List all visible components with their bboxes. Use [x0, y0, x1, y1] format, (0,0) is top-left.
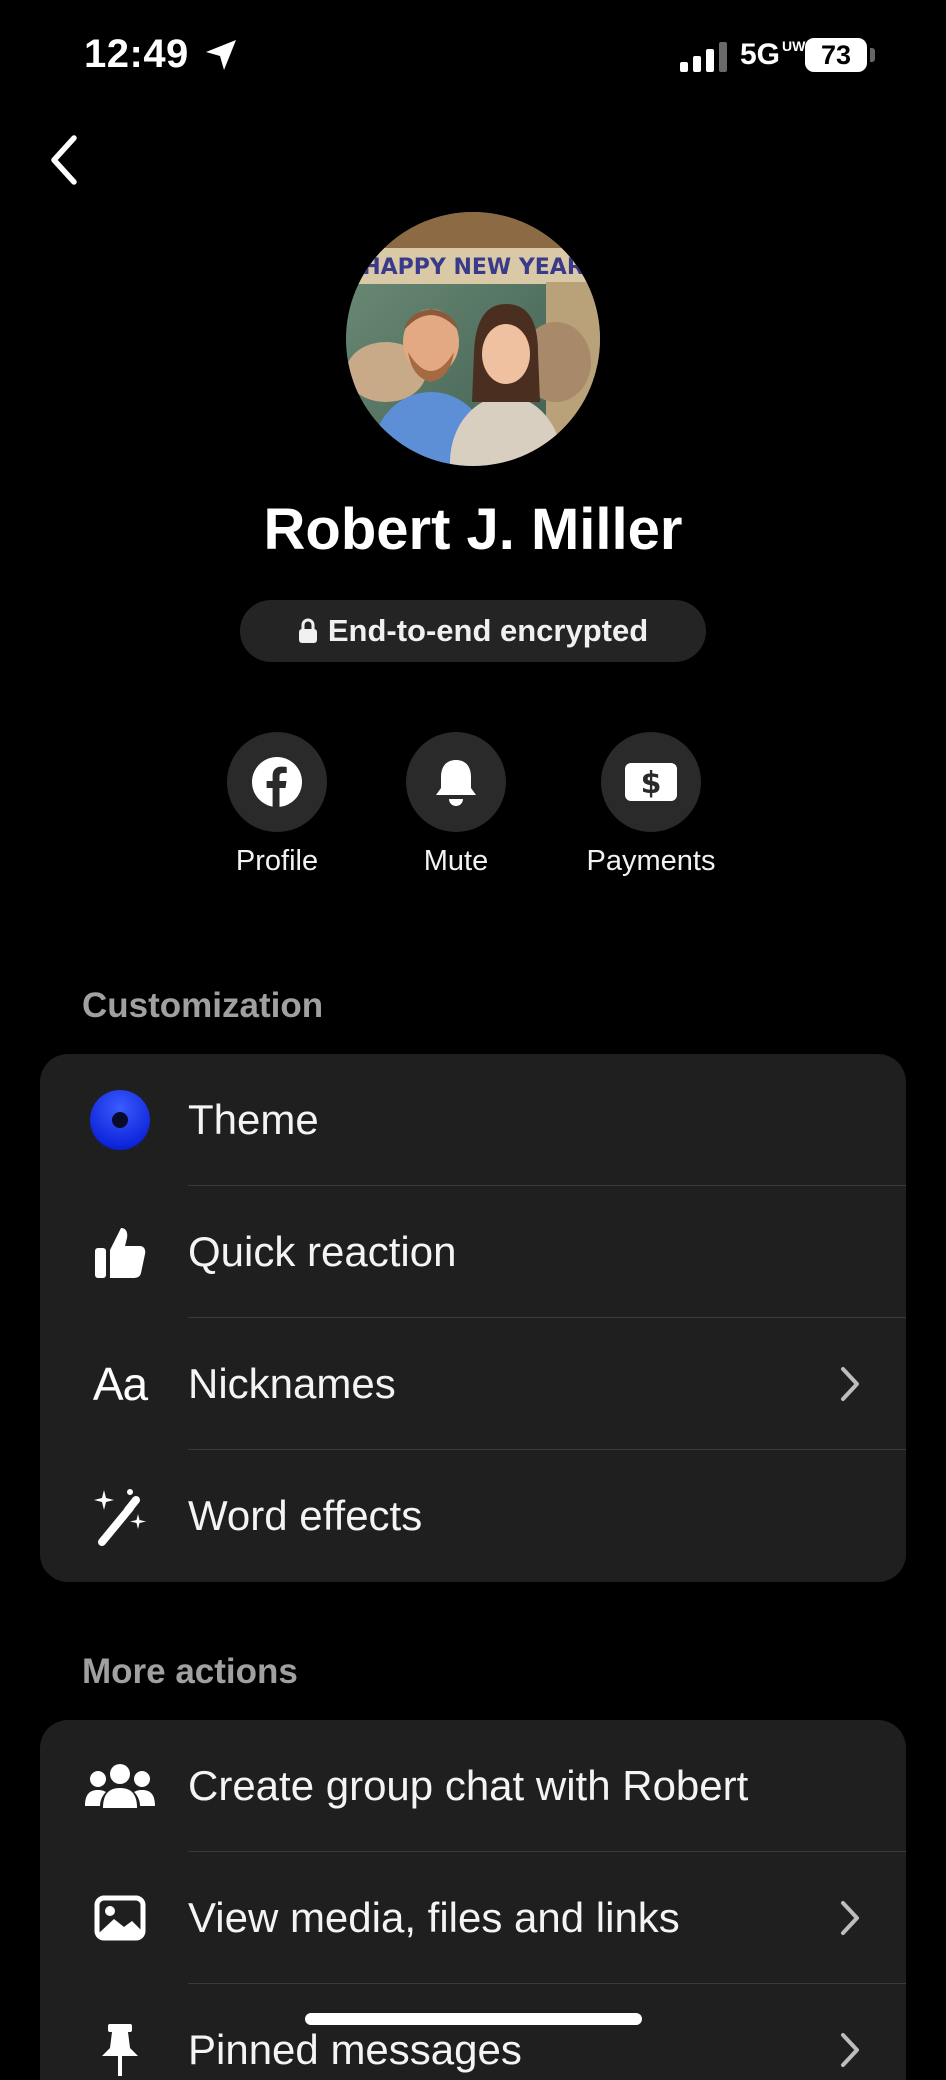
network-indicator: 5G UW	[740, 38, 805, 72]
theme-row[interactable]: Theme	[40, 1054, 906, 1186]
mute-action-label: Mute	[423, 845, 489, 877]
nicknames-row[interactable]: Aa Nicknames	[40, 1318, 906, 1450]
avatar[interactable]: HAPPY NEW YEAR	[346, 212, 600, 466]
thumbs-up-icon	[84, 1216, 156, 1288]
pinned-messages-label: Pinned messages	[188, 2026, 522, 2073]
location-arrow-icon	[206, 40, 236, 70]
payments-action-label: Payments	[586, 845, 716, 877]
mute-action-circle	[406, 732, 506, 832]
image-icon	[84, 1882, 156, 1954]
view-media-row[interactable]: View media, files and links	[40, 1852, 906, 1984]
aa-icon: Aa	[84, 1348, 156, 1420]
pin-icon	[84, 2014, 156, 2080]
contact-name: Robert J. Miller	[263, 497, 683, 562]
avatar-photo: HAPPY NEW YEAR	[346, 212, 600, 466]
chevron-right-icon	[841, 2033, 859, 2067]
aa-glyph: Aa	[92, 1358, 148, 1410]
chevron-left-icon	[51, 135, 77, 185]
dollar-icon: $	[625, 763, 677, 801]
pinned-messages-row[interactable]: Pinned messages	[40, 1984, 906, 2080]
nicknames-label: Nicknames	[188, 1360, 396, 1407]
customization-card: Theme Quick reaction Aa Nicknames Word e…	[40, 1054, 906, 1582]
lock-icon	[298, 618, 317, 643]
profile-action-label: Profile	[235, 845, 319, 877]
facebook-icon	[252, 757, 302, 807]
payments-action-circle: $	[601, 732, 701, 832]
create-group-label: Create group chat with Robert	[188, 1762, 749, 1809]
quick-reaction-row[interactable]: Quick reaction	[40, 1186, 906, 1318]
encrypted-badge[interactable]: End-to-end encrypted	[240, 600, 706, 662]
avatar-banner-text: HAPPY NEW YEAR	[362, 255, 584, 280]
svg-text:$: $	[641, 766, 662, 801]
network-label: 5G	[740, 38, 781, 71]
status-bar: 12:49 5G UW 73	[0, 0, 946, 110]
encrypted-label: End-to-end encrypted	[327, 613, 649, 648]
network-sup: UW	[782, 38, 806, 54]
profile-action-circle	[227, 732, 327, 832]
create-group-row[interactable]: Create group chat with Robert	[40, 1720, 906, 1852]
battery-icon: 73	[805, 38, 867, 72]
status-time: 12:49	[84, 32, 189, 76]
more-actions-title: More actions	[82, 1652, 298, 1691]
battery-tip	[870, 48, 875, 62]
word-effects-row[interactable]: Word effects	[40, 1450, 906, 1582]
payments-action-button[interactable]: $ Payments	[561, 732, 741, 878]
chevron-right-icon	[841, 1367, 859, 1401]
battery-level: 73	[820, 40, 852, 70]
magic-wand-icon	[84, 1480, 156, 1552]
chevron-right-icon	[841, 1901, 859, 1935]
customization-title: Customization	[82, 986, 324, 1025]
theme-icon	[84, 1084, 156, 1156]
quick-reaction-label: Quick reaction	[188, 1228, 457, 1275]
more-actions-card: Create group chat with Robert View media…	[40, 1720, 906, 2080]
home-indicator[interactable]	[305, 2013, 642, 2025]
word-effects-label: Word effects	[188, 1492, 423, 1539]
view-media-label: View media, files and links	[188, 1894, 680, 1941]
mute-action-button[interactable]: Mute	[366, 732, 546, 878]
theme-label: Theme	[188, 1096, 319, 1143]
back-button[interactable]	[40, 128, 90, 192]
group-icon	[84, 1750, 156, 1822]
signal-icon	[680, 42, 727, 72]
profile-action-button[interactable]: Profile	[187, 732, 367, 878]
bell-icon	[436, 760, 476, 806]
